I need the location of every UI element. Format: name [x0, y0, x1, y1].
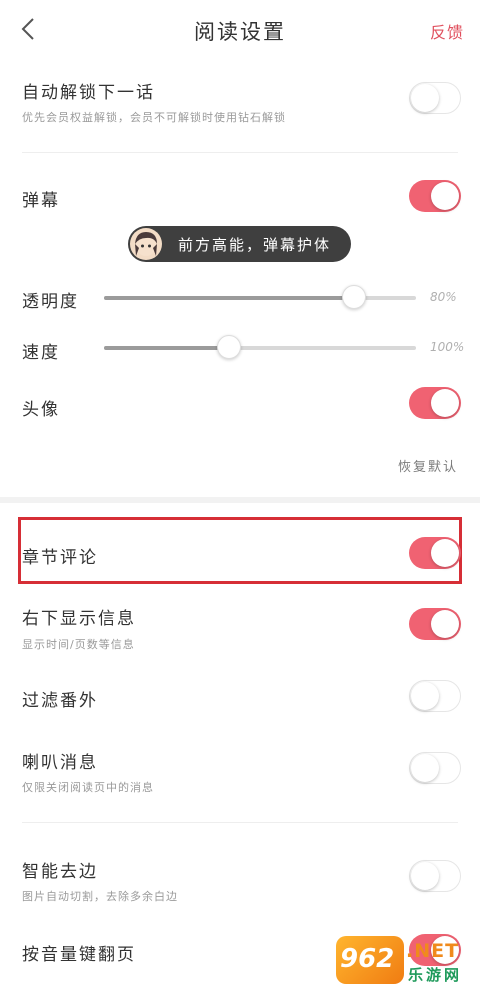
chapter-comment-toggle[interactable]	[409, 537, 461, 569]
section-divider	[0, 497, 480, 503]
horn-msg-toggle[interactable]	[409, 752, 461, 784]
bottom-info-toggle[interactable]	[409, 608, 461, 640]
danmaku-preview: 前方高能，弹幕护体	[128, 226, 351, 262]
filter-extra-label: 过滤番外	[22, 691, 98, 711]
auto-unlock-desc: 优先会员权益解锁，会员不可解锁时使用钻石解锁	[22, 111, 286, 124]
smart-crop-toggle[interactable]	[409, 860, 461, 892]
opacity-value: 80%	[430, 290, 457, 304]
watermark-site-name: 乐游网	[408, 966, 463, 984]
toggle-knob	[411, 753, 439, 782]
avatar-label: 头像	[22, 400, 60, 420]
opacity-label: 透明度	[22, 292, 79, 312]
auto-unlock-toggle[interactable]	[409, 82, 461, 114]
header-bar: 阅读设置 反馈	[0, 0, 480, 60]
toggle-knob	[431, 182, 459, 210]
smart-crop-desc: 图片自动切割，去除多余白边	[22, 890, 178, 903]
page-title: 阅读设置	[194, 20, 286, 44]
volume-flip-label: 按音量键翻页	[22, 945, 136, 965]
toggle-knob	[431, 539, 459, 567]
danmaku-toggle[interactable]	[409, 180, 461, 212]
slider-thumb[interactable]	[341, 285, 366, 309]
divider	[22, 822, 458, 823]
speed-slider[interactable]	[104, 335, 416, 359]
toggle-knob	[411, 861, 439, 890]
opacity-slider[interactable]	[104, 285, 416, 309]
avatar-toggle[interactable]	[409, 387, 461, 419]
horn-msg-label: 喇叭消息	[22, 753, 98, 773]
horn-msg-desc: 仅限关闭阅读页中的消息	[22, 781, 154, 794]
toggle-knob	[411, 681, 439, 710]
feedback-link[interactable]: 反馈	[430, 19, 464, 43]
speed-label: 速度	[22, 343, 60, 363]
site-watermark: 962 .NET 乐游网	[336, 936, 476, 986]
divider	[22, 152, 458, 153]
reset-default-button[interactable]: 恢复默认	[398, 456, 458, 475]
avatar	[130, 228, 162, 260]
chapter-comment-label: 章节评论	[22, 548, 98, 568]
slider-fill	[104, 346, 229, 350]
toggle-knob	[431, 389, 459, 417]
speed-value: 100%	[430, 340, 465, 354]
bottom-info-desc: 显示时间/页数等信息	[22, 638, 135, 651]
slider-fill	[104, 296, 354, 300]
toggle-knob	[411, 83, 439, 112]
watermark-domain: .NET	[406, 940, 460, 962]
auto-unlock-label: 自动解锁下一话	[22, 83, 155, 103]
slider-thumb[interactable]	[216, 335, 241, 359]
watermark-logo: 962	[336, 936, 404, 984]
danmaku-label: 弹幕	[22, 191, 60, 211]
filter-extra-toggle[interactable]	[409, 680, 461, 712]
toggle-knob	[431, 610, 459, 638]
watermark-logo-text: 962	[340, 944, 395, 974]
bottom-info-label: 右下显示信息	[22, 609, 136, 629]
danmaku-preview-text: 前方高能，弹幕护体	[178, 236, 332, 254]
smart-crop-label: 智能去边	[22, 862, 98, 882]
